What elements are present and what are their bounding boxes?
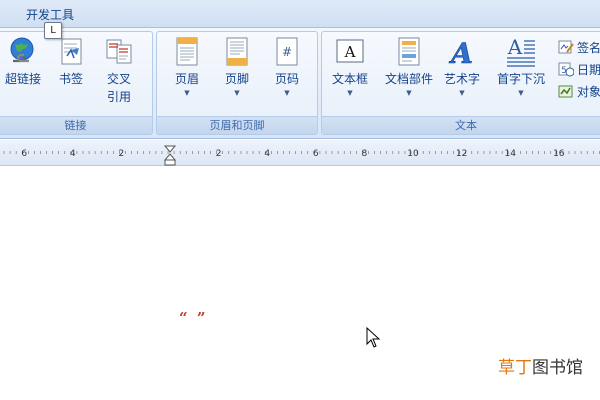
group-links: 超链接 书签 交叉 引用 链接: [0, 31, 153, 135]
svg-text:A: A: [507, 36, 523, 59]
object-button[interactable]: 对象: [558, 80, 600, 102]
textbox-button[interactable]: A 文本框 ▼: [328, 36, 372, 110]
chevron-down-icon[interactable]: ▼: [492, 88, 550, 98]
header-label: 页眉: [174, 72, 199, 86]
ruler-label: 4: [264, 149, 270, 159]
ruler-label: 14: [504, 149, 516, 159]
mouse-pointer-icon: [366, 327, 381, 348]
chevron-down-icon[interactable]: ▼: [384, 88, 434, 98]
quick-parts-label: 文档部件: [384, 72, 433, 86]
object-icon: [558, 85, 573, 98]
svg-text:#: #: [282, 45, 292, 59]
chevron-down-icon[interactable]: ▼: [215, 88, 259, 98]
text-group-small-items: 签名 5 日期 对象: [558, 36, 600, 102]
bookmark-button[interactable]: 书签: [49, 36, 93, 110]
textbox-icon: A: [336, 39, 364, 63]
footer-label: 页脚: [224, 72, 249, 86]
chevron-down-icon[interactable]: ▼: [165, 88, 209, 98]
header-icon: [176, 37, 198, 66]
group-text-caption: 文本: [322, 116, 600, 134]
ruler-label: 4: [70, 149, 76, 159]
footer-button[interactable]: 页脚 ▼: [215, 36, 259, 110]
hyperlink-label: 超链接: [4, 72, 41, 86]
watermark-part1: 草丁: [498, 358, 532, 378]
ruler-scale: 6 4 2 2 4 6 8 10 12 14 16: [3, 145, 600, 166]
ruler-label: 6: [313, 149, 319, 159]
cross-reference-label-line2: 引用: [106, 90, 131, 104]
footer-icon: [226, 37, 248, 66]
ruler-label: 10: [407, 149, 419, 159]
signature-line-icon: [558, 40, 574, 54]
keytip-badge: L: [44, 22, 62, 39]
page-number-button[interactable]: # 页码 ▼: [265, 36, 309, 110]
chevron-down-icon[interactable]: ▼: [265, 88, 309, 98]
header-button[interactable]: 页眉 ▼: [165, 36, 209, 110]
quick-parts-button[interactable]: 文档部件 ▼: [384, 36, 434, 110]
date-time-icon: 5: [558, 62, 574, 77]
svg-text:A: A: [344, 43, 356, 61]
page-number-icon: #: [276, 37, 298, 66]
page-number-label: 页码: [274, 72, 299, 86]
bookmark-icon: [61, 38, 82, 65]
ribbon-tab-strip: 开发工具: [0, 0, 600, 28]
ruler-label: 8: [362, 149, 368, 159]
chevron-down-icon[interactable]: ▼: [440, 88, 484, 98]
hyperlink-globe-icon: [10, 37, 34, 63]
watermark: 草丁图书馆: [498, 353, 583, 378]
ruler-label: 2: [216, 149, 222, 159]
ruler-label: 6: [21, 149, 27, 159]
horizontal-ruler[interactable]: 6 4 2 2 4 6 8 10 12 14 16: [0, 140, 600, 166]
cross-reference-icon: [106, 39, 132, 64]
group-header-footer-caption: 页眉和页脚: [157, 116, 317, 134]
chevron-down-icon[interactable]: ▼: [328, 88, 372, 98]
quotation-marks: “ ”: [179, 309, 208, 327]
ribbon: 超链接 书签 交叉 引用 链接 页眉 ▼ 页脚 ▼ # 页码 ▼ 页眉和页脚 A…: [0, 28, 600, 139]
ruler-label: 2: [119, 149, 125, 159]
bookmark-label: 书签: [58, 72, 83, 86]
drop-cap-icon: A: [507, 36, 535, 67]
ruler-label: 16: [553, 149, 565, 159]
group-links-caption: 链接: [0, 116, 152, 134]
cross-reference-label-line1: 交叉: [106, 72, 131, 86]
svg-text:A: A: [448, 37, 473, 68]
date-time-label: 日期: [577, 62, 600, 77]
object-label: 对象: [577, 84, 600, 99]
signature-line-button[interactable]: 签名: [558, 36, 600, 58]
group-text: A 文本框 ▼ 文档部件 ▼ A 艺术字 ▼ A 首字下沉 ▼ 签名 5 日期 …: [321, 31, 600, 135]
date-time-button[interactable]: 5 日期: [558, 58, 600, 80]
hyperlink-button[interactable]: 超链接: [1, 36, 45, 110]
wordart-button[interactable]: A 艺术字 ▼: [440, 36, 484, 110]
cross-reference-button[interactable]: 交叉 引用: [97, 36, 141, 110]
watermark-part2: 图书馆: [532, 358, 583, 378]
textbox-label: 文本框: [331, 72, 368, 86]
document-page[interactable]: “ ” 草丁图书馆: [0, 167, 600, 400]
tab-developer[interactable]: 开发工具: [26, 6, 74, 23]
wordart-icon: A: [448, 37, 473, 68]
drop-cap-label: 首字下沉: [496, 72, 545, 86]
indent-marker-icon[interactable]: [163, 145, 177, 166]
ruler-label: 12: [456, 149, 467, 159]
signature-line-label: 签名: [577, 40, 600, 55]
group-header-footer: 页眉 ▼ 页脚 ▼ # 页码 ▼ 页眉和页脚: [156, 31, 318, 135]
drop-cap-button[interactable]: A 首字下沉 ▼: [492, 36, 550, 110]
cross-reference-label: 交叉 引用: [97, 70, 141, 106]
quick-parts-icon: [398, 37, 420, 66]
wordart-label: 艺术字: [443, 72, 480, 86]
